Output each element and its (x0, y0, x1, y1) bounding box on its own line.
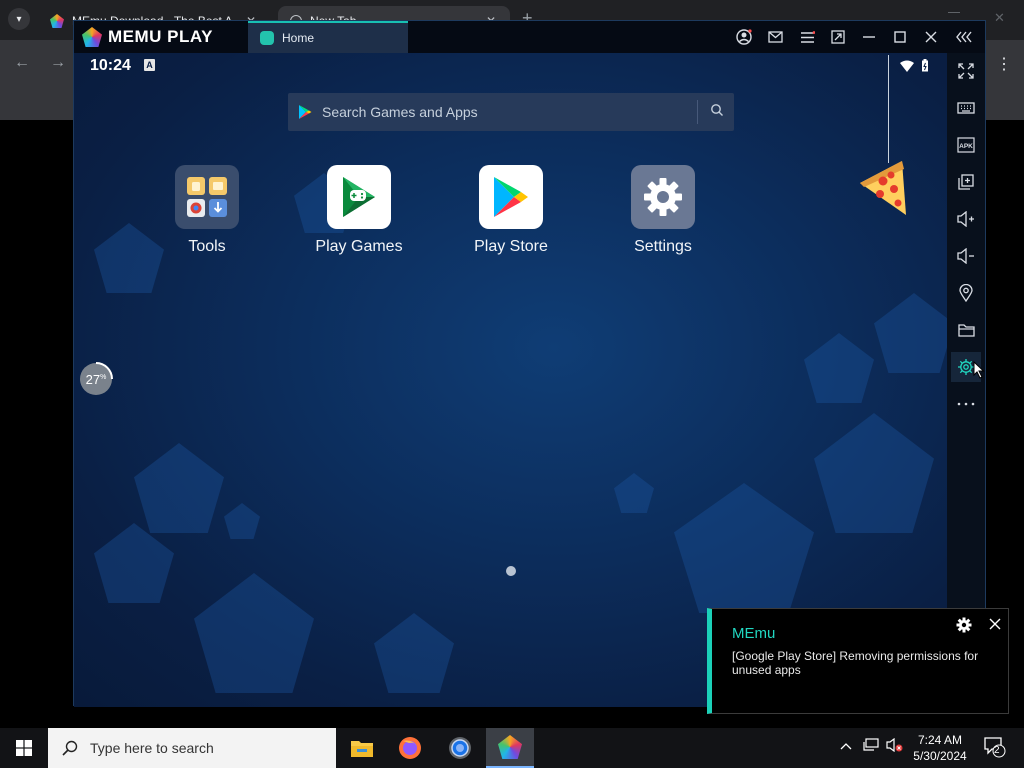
file-explorer-icon[interactable] (338, 728, 386, 768)
app-label: Tools (188, 238, 226, 255)
notification-settings-icon[interactable] (956, 617, 972, 633)
tab-home[interactable]: Home (248, 21, 408, 53)
background-shape (94, 223, 164, 293)
clock-time: 7:24 AM (917, 733, 963, 747)
collapse-sidebar-icon[interactable] (955, 27, 975, 47)
app-play-store[interactable]: Play Store (461, 165, 561, 256)
notification-count: 2 (994, 745, 1000, 756)
background-shape (874, 293, 947, 373)
forward-arrow-icon[interactable]: → (50, 54, 66, 72)
background-shape (134, 443, 224, 533)
home-tab-icon (260, 31, 274, 45)
minimize-icon[interactable] (859, 27, 879, 47)
action-center-icon[interactable]: 2 (984, 736, 1006, 761)
volume-down-icon[interactable] (951, 241, 981, 271)
more-vert-icon[interactable]: ⋮ (996, 54, 1012, 74)
minimize-icon[interactable] (948, 12, 960, 13)
network-icon[interactable] (862, 738, 880, 755)
close-icon[interactable] (921, 27, 941, 47)
page-indicator-dot (506, 566, 516, 576)
mouse-cursor-icon (973, 360, 985, 384)
search-bar[interactable]: Search Games and Apps (288, 93, 734, 131)
mail-icon[interactable] (765, 27, 785, 47)
app-label: Play Store (474, 238, 548, 255)
app-tools[interactable]: Tools (157, 165, 257, 256)
background-shape (804, 333, 874, 403)
background-shape (674, 483, 814, 613)
search-input[interactable]: Search Games and Apps (322, 104, 478, 120)
tab-search-button[interactable]: ▾ (8, 8, 30, 30)
more-options-icon[interactable] (951, 389, 981, 419)
status-time: 10:24 (90, 57, 131, 74)
memu-window: MEMU PLAY Home 10:24 A Search Games and … (73, 20, 986, 707)
tab-home-label: Home (282, 31, 315, 45)
background-shape (614, 473, 654, 513)
menu-icon[interactable] (797, 27, 817, 47)
app-play-games[interactable]: Play Games (309, 165, 409, 256)
background-shape (224, 503, 260, 539)
windows-start-icon[interactable] (0, 728, 48, 768)
notification-title: MEmu (732, 625, 776, 642)
taskbar-search[interactable]: Type here to search (48, 728, 336, 768)
background-shape (374, 613, 454, 693)
background-shape (94, 523, 174, 603)
back-arrow-icon[interactable]: ← (14, 54, 30, 72)
multi-instance-icon[interactable] (951, 167, 981, 197)
memu-taskbar-icon[interactable] (486, 728, 534, 768)
taskbar-search-input[interactable]: Type here to search (90, 740, 214, 756)
notification-toast[interactable]: MEmu [Google Play Store] Removing permis… (707, 608, 1009, 714)
play-store-small-icon (299, 105, 312, 119)
close-icon[interactable]: ✕ (994, 10, 1005, 26)
chrome-icon[interactable] (436, 728, 484, 768)
status-a-icon: A (144, 59, 155, 71)
cpu-usage-unit: % (100, 373, 107, 381)
svg-text:APK: APK (959, 143, 973, 150)
search-icon[interactable] (710, 103, 724, 117)
account-icon[interactable] (734, 27, 754, 47)
memu-titlebar: MEMU PLAY Home (74, 21, 985, 53)
chevron-up-icon[interactable] (840, 738, 852, 753)
tools-folder-icon (175, 165, 239, 229)
cpu-usage-text: 27% (78, 361, 114, 397)
settings-icon (631, 165, 695, 229)
play-store-icon (479, 165, 543, 229)
fullscreen-icon[interactable] (951, 56, 981, 86)
search-divider (697, 100, 698, 124)
notification-close-icon[interactable] (988, 617, 1002, 631)
play-games-icon (327, 165, 391, 229)
memu-logo-icon (82, 27, 102, 47)
location-icon[interactable] (951, 278, 981, 308)
status-divider (888, 55, 889, 163)
keyboard-icon[interactable] (951, 93, 981, 123)
memu-logo-icon (498, 735, 522, 759)
status-icons (899, 59, 929, 75)
maximize-icon[interactable] (890, 27, 910, 47)
pizza-floating-icon[interactable] (858, 159, 910, 217)
memu-brand: MEMU PLAY (108, 27, 213, 46)
notification-body: [Google Play Store] Removing permissions… (732, 649, 979, 677)
memu-logo: MEMU PLAY (82, 27, 213, 47)
volume-up-icon[interactable] (951, 204, 981, 234)
battery-icon (922, 59, 928, 72)
system-clock[interactable]: 7:24 AM 5/30/2024 (900, 732, 980, 764)
memu-favicon-icon (50, 14, 64, 28)
app-label: Play Games (315, 238, 403, 255)
taskbar: Type here to search 7:24 AM 5/30/2024 2 (0, 728, 1024, 768)
background-shape (194, 573, 314, 693)
folder-icon[interactable] (951, 315, 981, 345)
clock-date: 5/30/2024 (913, 749, 967, 763)
search-icon (62, 740, 78, 756)
app-label: Settings (634, 238, 692, 255)
cpu-usage-value: 27 (85, 371, 101, 387)
wifi-icon (899, 60, 914, 72)
background-shape (814, 413, 934, 533)
firefox-icon[interactable] (386, 728, 434, 768)
app-settings[interactable]: Settings (613, 165, 713, 256)
apk-install-icon[interactable]: APK (951, 130, 981, 160)
multi-window-icon[interactable] (828, 27, 848, 47)
